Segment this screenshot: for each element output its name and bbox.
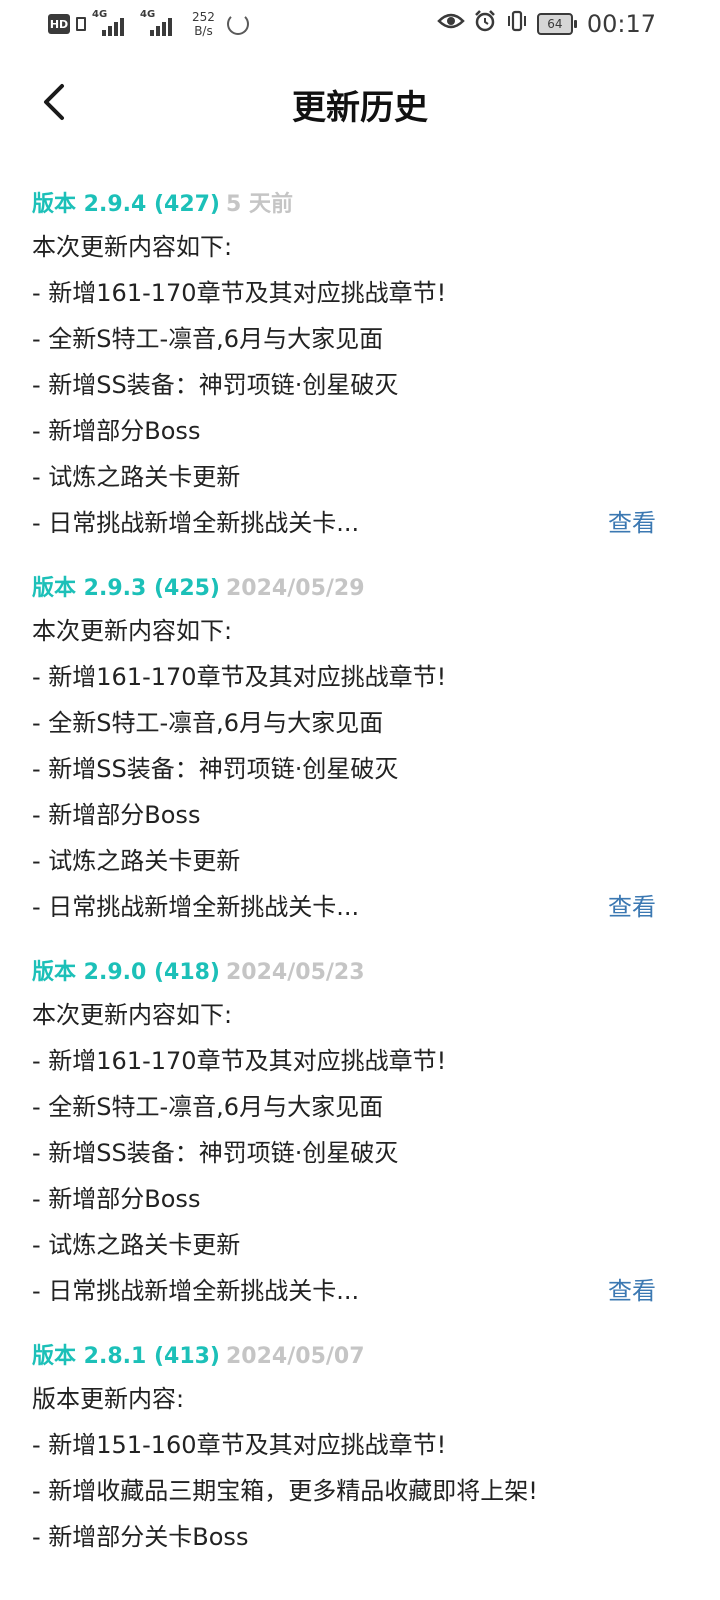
changelog-item: - 日常挑战新增全新挑战关卡... 查看 bbox=[32, 1268, 660, 1314]
version-header: 版本 2.9.4 (427) 5 天前 bbox=[32, 186, 660, 224]
changelog-item: - 新增SS装备：神罚项链·创星破灭 bbox=[32, 1139, 399, 1167]
changelog-item: - 新增部分关卡Boss bbox=[32, 1523, 249, 1551]
signal-sim2-icon: 4G bbox=[140, 10, 182, 38]
app-header: 更新历史 bbox=[0, 60, 720, 144]
changelog-item: - 新增161-170章节及其对应挑战章节! bbox=[32, 1047, 447, 1075]
status-bar-right: 64 00:17 bbox=[437, 8, 656, 40]
changelog-item: - 日常挑战新增全新挑战关卡... 查看 bbox=[32, 884, 660, 930]
changelog-item: - 新增SS装备：神罚项链·创星破灭 bbox=[32, 371, 399, 399]
alarm-icon bbox=[473, 9, 497, 39]
changelog-item-text: - 日常挑战新增全新挑战关卡... bbox=[32, 1277, 360, 1305]
version-label: 版本 2.9.0 (418) bbox=[32, 960, 220, 985]
net-speed: 252 B/s bbox=[192, 10, 215, 38]
battery-level: 64 bbox=[547, 17, 563, 31]
changelog-intro: 本次更新内容如下: bbox=[32, 617, 233, 645]
version-entry: 版本 2.9.0 (418) 2024/05/23 本次更新内容如下: - 新增1… bbox=[32, 954, 660, 1314]
changelog-item: - 全新S特工-凛音,6月与大家见面 bbox=[32, 325, 384, 353]
release-date: 2024/05/07 bbox=[226, 1344, 365, 1369]
page-title: 更新历史 bbox=[292, 88, 428, 128]
status-bar-left: HD 4G 4G 252 B/s bbox=[48, 8, 249, 40]
loading-icon bbox=[226, 13, 249, 35]
version-label: 版本 2.8.1 (413) bbox=[32, 1344, 220, 1369]
changelog-item: - 试炼之路关卡更新 bbox=[32, 1231, 241, 1259]
changelog-item: - 新增SS装备：神罚项链·创星破灭 bbox=[32, 755, 399, 783]
status-bar: HD 4G 4G 252 B/s 64 00:17 bbox=[0, 0, 720, 48]
eye-icon bbox=[437, 11, 465, 37]
release-date: 2024/05/23 bbox=[226, 960, 365, 985]
net-speed-value: 252 bbox=[192, 10, 215, 24]
version-header: 版本 2.9.0 (418) 2024/05/23 bbox=[32, 954, 660, 992]
version-label: 版本 2.9.3 (425) bbox=[32, 576, 220, 601]
sim-icon bbox=[76, 17, 86, 31]
version-entry: 版本 2.8.1 (413) 2024/05/07 版本更新内容: - 新增151… bbox=[32, 1338, 660, 1560]
changelog-item: - 新增161-170章节及其对应挑战章节! bbox=[32, 663, 447, 691]
release-date: 5 天前 bbox=[226, 192, 293, 217]
signal-sim1-icon: 4G bbox=[92, 10, 134, 38]
update-history-list[interactable]: 版本 2.9.4 (427) 5 天前 本次更新内容如下: - 新增161-170… bbox=[32, 186, 660, 1560]
vibrate-icon bbox=[505, 9, 529, 39]
changelog-intro: 版本更新内容: bbox=[32, 1385, 185, 1413]
view-more-button[interactable]: 查看 bbox=[608, 500, 656, 546]
changelog-item: - 新增收藏品三期宝箱，更多精品收藏即将上架! bbox=[32, 1477, 538, 1505]
changelog-item: - 试炼之路关卡更新 bbox=[32, 847, 241, 875]
version-entry: 版本 2.9.3 (425) 2024/05/29 本次更新内容如下: - 新增1… bbox=[32, 570, 660, 930]
changelog-item: - 新增部分Boss bbox=[32, 801, 201, 829]
battery-icon: 64 bbox=[536, 13, 577, 35]
version-header: 版本 2.9.3 (425) 2024/05/29 bbox=[32, 570, 660, 608]
changelog-item-text: - 日常挑战新增全新挑战关卡... bbox=[32, 509, 360, 537]
status-time: 00:17 bbox=[586, 10, 656, 38]
version-label: 版本 2.9.4 (427) bbox=[32, 192, 220, 217]
changelog-item: - 新增161-170章节及其对应挑战章节! bbox=[32, 279, 447, 307]
release-date: 2024/05/29 bbox=[226, 576, 365, 601]
changelog-item: - 新增部分Boss bbox=[32, 1185, 201, 1213]
changelog-intro: 本次更新内容如下: bbox=[32, 233, 233, 261]
version-entry: 版本 2.9.4 (427) 5 天前 本次更新内容如下: - 新增161-170… bbox=[32, 186, 660, 546]
version-header: 版本 2.8.1 (413) 2024/05/07 bbox=[32, 1338, 660, 1376]
changelog-intro: 本次更新内容如下: bbox=[32, 1001, 233, 1029]
changelog-item: - 日常挑战新增全新挑战关卡... 查看 bbox=[32, 500, 660, 546]
view-more-button[interactable]: 查看 bbox=[608, 1268, 656, 1314]
hd-badge: HD bbox=[48, 14, 70, 34]
changelog-item: - 试炼之路关卡更新 bbox=[32, 463, 241, 491]
changelog-item: - 全新S特工-凛音,6月与大家见面 bbox=[32, 1093, 384, 1121]
changelog-item: - 新增151-160章节及其对应挑战章节! bbox=[32, 1431, 447, 1459]
net-speed-unit: B/s bbox=[194, 24, 213, 38]
changelog-item-text: - 日常挑战新增全新挑战关卡... bbox=[32, 893, 360, 921]
view-more-button[interactable]: 查看 bbox=[608, 884, 656, 930]
changelog-item: - 新增部分Boss bbox=[32, 417, 201, 445]
changelog-item: - 全新S特工-凛音,6月与大家见面 bbox=[32, 709, 384, 737]
